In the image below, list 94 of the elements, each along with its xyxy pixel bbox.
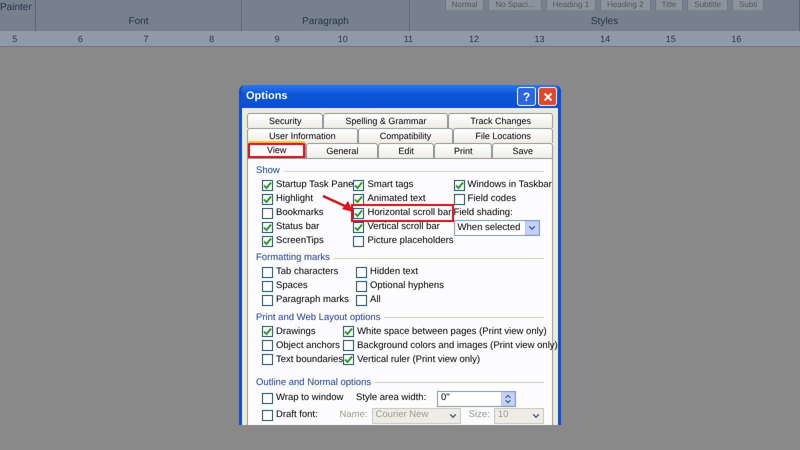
checkbox-label: Vertical scroll bar [367,220,440,234]
checkbox[interactable] [343,354,354,366]
checkbox[interactable] [353,208,364,219]
spin-field[interactable]: 0" [437,390,516,406]
checkbox-label: Drawings [276,324,316,339]
field-label: Name: [340,408,368,422]
checkbox-label: Hidden text [370,265,418,280]
checkbox-label: White space between pages (Print view only) [357,324,547,339]
checkbox[interactable] [262,340,273,352]
checkbox-label: Text boundaries [276,352,344,367]
checkbox[interactable] [262,180,273,191]
tab[interactable]: Print [434,143,492,158]
checkbox[interactable] [262,295,273,306]
help-button[interactable]: ? [517,87,536,106]
tab[interactable]: Spelling & Grammar [323,113,448,128]
section-title: Outline and Normal options [256,376,372,390]
checkbox-label: Object anchors [276,338,340,353]
field-label: Style area width: [356,391,426,406]
tab[interactable]: Save [492,143,554,158]
checkbox[interactable] [262,281,273,292]
checkbox-label: ScreenTips [276,234,324,248]
spin-arrows-icon [504,394,512,404]
checkbox-label: Field codes [468,192,516,206]
checkbox[interactable] [262,194,273,205]
ribbon-group-label: Paragraph [302,15,349,29]
checkbox-label: All [370,293,381,308]
field-label: Field shading: [454,206,514,220]
ribbon-group-label: Font [128,15,148,29]
close-button[interactable] [538,87,557,106]
section-title: Formatting marks [256,251,330,266]
ruler-number: 10 [336,33,349,46]
window-title: Options [246,89,289,104]
checkbox[interactable] [454,180,465,191]
tab[interactable]: Track Changes [448,113,554,128]
tab[interactable]: General [306,143,378,158]
ruler-number: 16 [730,33,742,46]
ruler-number: 14 [599,33,612,46]
checkbox-label: Windows in Taskbar [468,178,552,192]
tab[interactable]: User Information [247,128,358,143]
checkbox-label: Startup Task Pane [276,178,354,192]
checkbox-label: Animated text [367,192,426,206]
checkbox[interactable] [343,340,354,352]
checkbox-label: Spaces [276,279,308,294]
checkbox-label: Wrap to window [276,391,344,406]
ruler-number: 8 [208,33,216,46]
checkbox[interactable] [262,236,273,247]
checkbox[interactable] [262,354,273,366]
tab[interactable]: Edit [378,143,434,158]
checkbox[interactable] [353,180,364,191]
checkbox-label: Status bar [276,220,320,234]
checkbox-label: Picture placeholders [367,234,454,248]
checkbox[interactable] [356,267,367,278]
tab[interactable]: Security [247,113,324,128]
checkbox-label: Background colors and images (Print view only) [357,338,558,353]
close-icon [542,92,552,102]
tab[interactable]: View [247,141,306,158]
checkbox-label: Horizontal scroll bar [367,206,452,220]
checkbox-label: Vertical ruler (Print view only) [357,352,480,367]
checkbox[interactable] [262,208,273,219]
checkbox[interactable] [353,236,364,247]
checkbox-label: Highlight [276,192,313,206]
checkbox[interactable] [262,326,273,338]
checkbox-label: Smart tags [367,178,414,192]
checkbox-label: Optional hyphens [370,279,444,294]
ruler-number: 13 [534,33,546,46]
tab[interactable]: Compatibility [358,128,454,143]
tab[interactable]: File Locations [453,128,554,143]
checkbox[interactable] [356,281,367,292]
checkbox[interactable] [262,222,273,233]
ruler-number: 12 [468,33,480,46]
checkbox[interactable] [262,393,273,404]
checkbox-label: Draft font: [276,408,318,422]
checkbox[interactable] [454,194,465,205]
checkbox-label: Bookmarks [276,206,324,220]
ruler-number: 9 [274,33,281,46]
checkbox[interactable] [262,410,273,421]
checkbox[interactable] [353,194,364,205]
checkbox[interactable] [343,326,354,338]
checkbox-label: Paragraph marks [276,293,349,308]
dropdown[interactable]: When selected [454,220,540,236]
checkbox-label: Tab characters [276,265,338,280]
ruler-number: 6 [76,33,84,46]
field-label: Size: [468,408,490,422]
checkbox[interactable] [262,267,273,278]
ruler-number: 7 [142,33,150,46]
ribbon-group-label: Styles [590,15,618,29]
checkbox[interactable] [356,295,367,306]
section-title: Show [256,164,280,178]
ruler-number: 5 [11,33,18,46]
section-title: Print and Web Layout options [256,310,380,324]
ruler-number: 15 [664,33,677,46]
checkbox[interactable] [353,222,364,233]
arrow [322,195,354,212]
ruler-number: 11 [402,33,414,46]
